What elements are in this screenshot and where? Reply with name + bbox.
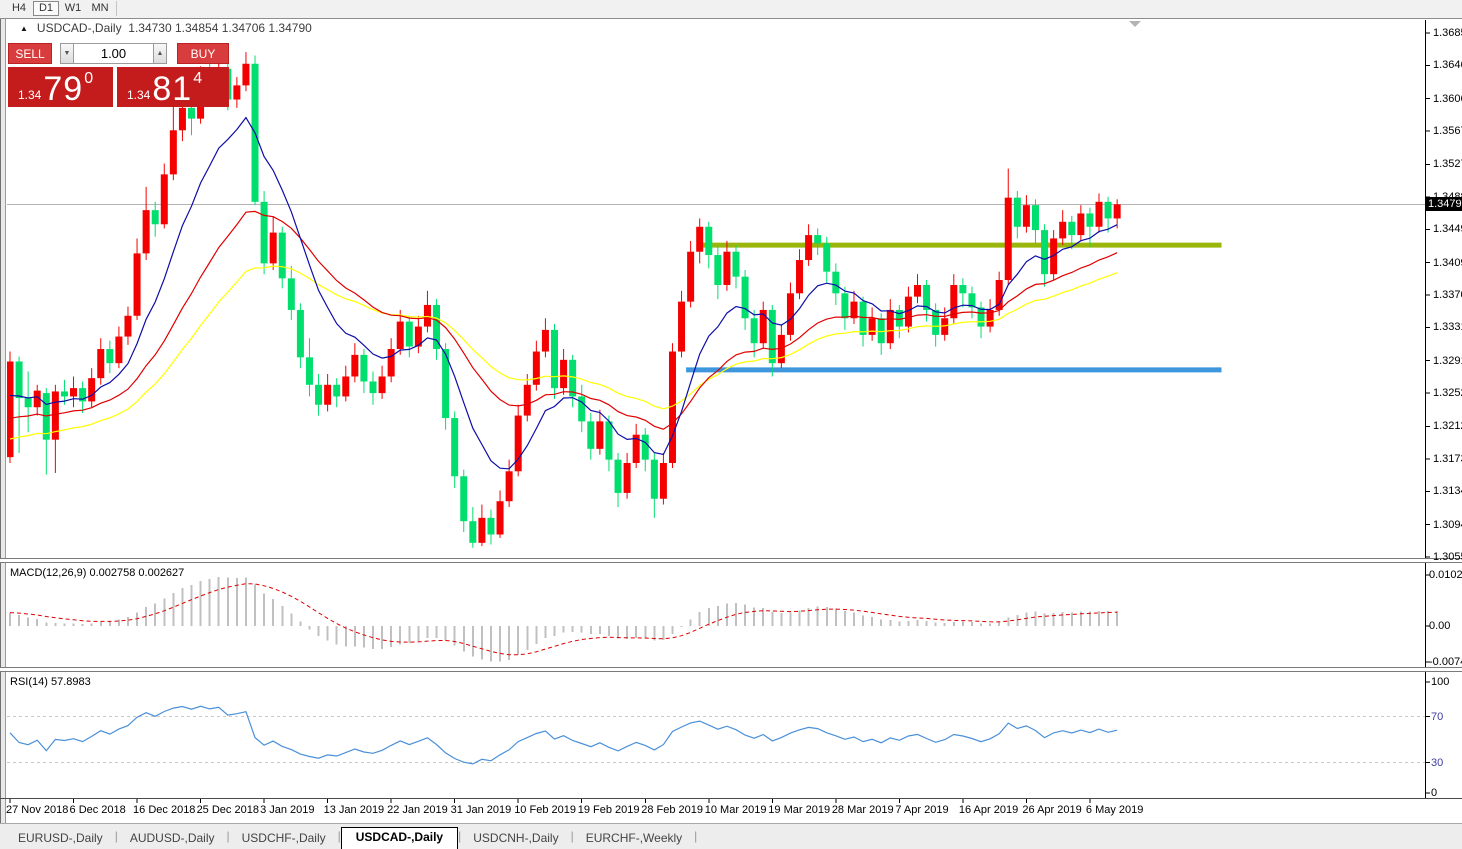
chart-tab-usdchf[interactable]: USDCHF-,Daily: [230, 829, 338, 849]
chart-title-ohlc: 1.34730 1.34854 1.34706 1.34790: [128, 21, 312, 35]
macd-axis-label: 0.010229: [1429, 568, 1462, 581]
time-axis-separator: [0, 798, 1462, 799]
sell-price-sup: 0: [84, 70, 94, 87]
macd-indicator-label: MACD(12,26,9) 0.002758 0.002627: [10, 567, 185, 579]
time-axis-label: 16 Dec 2018: [133, 804, 196, 816]
panel-gap: [167, 43, 177, 64]
one-click-trade-panel: SELL ▼ ▲ BUY 1.34 79 0 1.34 81 4: [8, 43, 229, 107]
time-axis-label: 28 Mar 2019: [831, 804, 894, 816]
chart-tab-audusd[interactable]: AUDUSD-,Daily: [118, 829, 227, 849]
sell-price-box[interactable]: 1.34 79 0: [8, 67, 113, 107]
time-axis-label: 25 Dec 2018: [196, 804, 259, 816]
axes: [9, 20, 1430, 803]
price-axis-label: 1.33700: [1433, 288, 1462, 301]
time-axis-label: 10 Mar 2019: [704, 804, 767, 816]
sell-price-big: 79: [43, 70, 84, 107]
time-axis-label: 22 Jan 2019: [387, 804, 448, 816]
price-axis-label: 1.32520: [1433, 387, 1462, 400]
pane-splitter-rsi[interactable]: [0, 667, 1462, 672]
rsi-pane: [7, 705, 1425, 765]
price-axis-label: 1.34880: [1433, 190, 1462, 203]
chart-tab-eurchf[interactable]: EURCHF-,Weekly: [574, 829, 694, 849]
candles: [7, 52, 1121, 548]
rsi-axis-label: 70: [1431, 710, 1444, 723]
macd-axis-label: -0.007477: [1429, 656, 1462, 668]
volume-increase-button[interactable]: ▲: [153, 43, 167, 64]
chart-title: ▲ USDCAD-,Daily 1.34730 1.34854 1.34706 1…: [20, 21, 312, 35]
collapse-panel-arrow-icon[interactable]: ▲: [20, 24, 28, 33]
pane-splitter-macd[interactable]: [0, 558, 1462, 563]
price-axis-label: 1.31730: [1433, 452, 1462, 465]
price-axis-label: 1.30940: [1433, 518, 1462, 531]
macd-axis-label: 0.00: [1429, 620, 1451, 632]
time-axis-label: 3 Jan 2019: [260, 804, 315, 816]
chart-tab-eurusd[interactable]: EURUSD-,Daily: [6, 829, 115, 849]
time-axis-label: 6 May 2019: [1085, 804, 1144, 816]
macd-pane: [9, 577, 1119, 662]
rsi-axis-label: 30: [1431, 756, 1444, 769]
volume-input[interactable]: [74, 43, 153, 64]
chart-tab-usdcnh[interactable]: USDCNH-,Daily: [461, 829, 570, 849]
time-axis-label: 19 Mar 2019: [768, 804, 831, 816]
time-axis-label: 13 Jan 2019: [323, 804, 385, 816]
price-axis-label: 1.36060: [1433, 92, 1462, 105]
time-axis-label: 6 Dec 2018: [69, 804, 126, 816]
rsi-indicator-label: RSI(14) 57.8983: [10, 676, 91, 688]
time-axis-label: 28 Feb 2019: [641, 804, 704, 816]
time-axis-label: 10 Feb 2019: [514, 804, 576, 816]
time-axis-label: 16 Apr 2019: [958, 804, 1019, 816]
price-axis-label: 1.31340: [1433, 485, 1462, 498]
time-axis-label: 7 Apr 2019: [895, 804, 949, 816]
price-axis-label: 1.30550: [1433, 550, 1462, 563]
main-pane: [7, 203, 1425, 373]
chart-shift-marker-icon: [1129, 21, 1141, 27]
buy-price-sup: 4: [193, 70, 203, 87]
price-axis-label: 1.34090: [1433, 256, 1462, 269]
volume-decrease-button[interactable]: ▼: [60, 43, 74, 64]
buy-button[interactable]: BUY: [177, 43, 229, 64]
sell-button[interactable]: SELL: [8, 43, 52, 64]
price-axis-label: 1.33310: [1433, 321, 1462, 334]
time-axis-label: 31 Jan 2019: [450, 804, 512, 816]
price-axis-label: 1.36460: [1433, 59, 1462, 72]
chart-tab-bar: EURUSD-,Daily | AUDUSD-,Daily | USDCHF-,Dail…: [0, 823, 1462, 849]
time-axis-label: 19 Feb 2019: [577, 804, 640, 816]
price-axis-label: 1.34490: [1433, 223, 1462, 236]
sell-price-prefix: 1.34: [18, 88, 42, 102]
buy-price-prefix: 1.34: [127, 88, 151, 102]
chart-plot-area[interactable]: [0, 0, 1462, 849]
price-axis-label: 1.32120: [1433, 420, 1462, 433]
rsi-axis-label: 100: [1431, 676, 1450, 688]
tab-separator: |: [694, 828, 698, 843]
price-axis-label: 1.36850: [1433, 26, 1462, 39]
time-axis-label: 27 Nov 2018: [6, 804, 69, 816]
buy-price-box[interactable]: 1.34 81 4: [117, 67, 229, 107]
terminal-window: H4 D1 W1 MN ▲ USDCAD-,Daily 1.34730 1.34854 …: [0, 0, 1462, 849]
chart-tab-usdcad[interactable]: USDCAD-,Daily: [340, 827, 459, 849]
price-axis-label: 1.35670: [1433, 125, 1462, 138]
price-axis-label: 1.32910: [1433, 354, 1462, 367]
rsi-axis-label: 0: [1431, 787, 1438, 799]
time-axis-label: 26 Apr 2019: [1022, 804, 1082, 816]
price-axis-label: 1.35270: [1433, 158, 1462, 171]
panel-gap: [52, 43, 60, 64]
buy-price-big: 81: [152, 70, 193, 107]
chart-title-symbol: USDCAD-,Daily: [36, 21, 122, 35]
